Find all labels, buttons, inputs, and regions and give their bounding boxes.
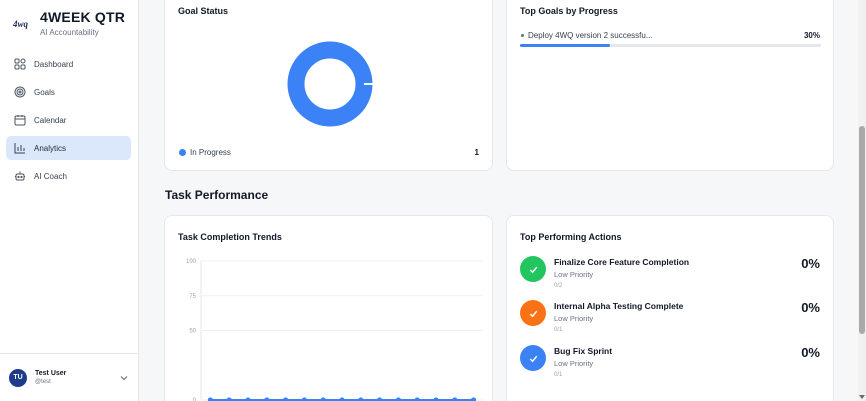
action-status-icon — [520, 345, 546, 371]
sidebar-nav: Dashboard Goals Calendar Analytics AI Co… — [6, 52, 131, 192]
brand-subtitle: AI Accountability — [40, 28, 99, 37]
goal-percent: 30% — [803, 31, 820, 40]
goal-progress-bar — [520, 44, 821, 47]
sidebar-item-label: Analytics — [34, 143, 67, 153]
action-percent: 0% — [801, 345, 820, 360]
dashboard-icon — [14, 58, 26, 70]
goal-progress-fill — [520, 44, 611, 47]
check-icon — [529, 266, 537, 273]
sidebar-item-ai-coach[interactable]: AI Coach — [6, 164, 131, 188]
chart-data-point[interactable] — [433, 397, 439, 401]
top-actions-card: Top Performing Actions Finalize Core Fea… — [506, 215, 834, 401]
chart-data-point[interactable] — [301, 397, 307, 401]
action-count: 0/2 — [554, 283, 563, 289]
action-title: Bug Fix Sprint — [554, 346, 613, 356]
action-priority: Low Priority — [554, 314, 594, 323]
target-icon — [14, 86, 26, 98]
action-percent: 0% — [801, 256, 820, 271]
scrollbar-thumb[interactable] — [859, 126, 865, 334]
action-item[interactable]: Finalize Core Feature Completion Low Pri… — [520, 256, 820, 296]
action-title: Internal Alpha Testing Complete — [554, 301, 684, 311]
action-title: Finalize Core Feature Completion — [554, 257, 690, 267]
chart-data-point[interactable] — [339, 397, 345, 401]
chart-data-point[interactable] — [320, 397, 326, 401]
sidebar-item-label: Goals — [34, 87, 55, 97]
sidebar: 4wq 4WEEK QTR AI Accountability Dashboar… — [0, 0, 139, 401]
chart-data-point[interactable] — [414, 397, 420, 401]
bot-icon — [15, 171, 25, 181]
svg-text:4wq: 4wq — [12, 19, 29, 29]
brand-logo-icon: 4wq — [12, 19, 29, 29]
donut-segment-in-progress[interactable] — [287, 41, 373, 127]
chevron-down-icon[interactable] — [119, 373, 129, 383]
chart-data-point[interactable] — [226, 397, 232, 401]
chart-data-point[interactable] — [471, 397, 477, 401]
brand-title: 4WEEK QTR — [40, 9, 126, 25]
brand[interactable]: 4wq 4WEEK QTR AI Accountability — [12, 9, 125, 37]
sidebar-item-label: Calendar — [34, 115, 67, 125]
section-title-task-performance: Task Performance — [165, 188, 269, 202]
sidebar-item-label: Dashboard — [34, 59, 74, 69]
user-menu[interactable]: TU Test User @test — [0, 353, 139, 401]
chart-data-point[interactable] — [245, 397, 251, 401]
action-item[interactable]: Bug Fix Sprint Low Priority 0/1 0% — [520, 345, 820, 385]
chart-data-point[interactable] — [207, 397, 213, 401]
sidebar-item-goals[interactable]: Goals — [6, 80, 131, 104]
chart-y-tick-label: 100 — [186, 259, 197, 265]
action-status-icon — [520, 256, 546, 282]
goal-status-donut — [287, 41, 375, 127]
user-name: Test User — [35, 370, 67, 377]
goal-bullet — [521, 34, 524, 37]
avatar: TU — [9, 368, 27, 387]
card-title: Top Performing Actions — [520, 232, 622, 242]
action-count: 0/1 — [554, 372, 563, 378]
sidebar-item-calendar[interactable]: Calendar — [6, 108, 131, 132]
chart-data-point[interactable] — [395, 397, 401, 401]
chart-title: Task Completion Trends — [178, 232, 282, 242]
chart-data-point[interactable] — [452, 397, 458, 401]
chart-data-point[interactable] — [283, 397, 289, 401]
chart-data-point[interactable] — [377, 397, 383, 401]
sidebar-item-label: AI Coach — [34, 171, 67, 181]
action-item[interactable]: Internal Alpha Testing Complete Low Prio… — [520, 300, 820, 340]
chart-data-point[interactable] — [358, 397, 364, 401]
legend-dot — [179, 149, 186, 156]
task-trends-card: Task Completion Trends 100 75 50 0 — [164, 215, 493, 401]
goal-name[interactable]: Deploy 4WQ version 2 successfu... — [528, 31, 653, 40]
goal-status-card: Goal Status In Progress 1 — [164, 0, 493, 171]
analytics-icon — [14, 143, 25, 154]
sidebar-item-analytics[interactable]: Analytics — [6, 136, 131, 160]
user-handle: @test — [35, 379, 51, 385]
check-icon — [529, 310, 537, 317]
chart-data-point[interactable] — [264, 397, 270, 401]
check-icon — [529, 355, 537, 362]
card-title: Top Goals by Progress — [520, 6, 618, 16]
action-status-icon — [520, 300, 546, 326]
chart-y-tick-label: 50 — [189, 329, 196, 335]
action-count: 0/1 — [554, 327, 563, 333]
page-scrollbar[interactable] — [858, 0, 866, 401]
top-goals-card: Top Goals by Progress Deploy 4WQ version… — [506, 0, 834, 171]
action-priority: Low Priority — [554, 270, 594, 279]
action-percent: 0% — [801, 300, 820, 315]
calendar-icon — [14, 115, 26, 126]
action-priority: Low Priority — [554, 359, 594, 368]
scroll-down-arrow-icon[interactable] — [859, 395, 865, 399]
sidebar-item-dashboard[interactable]: Dashboard — [6, 52, 131, 76]
chart-y-tick-label: 75 — [189, 294, 196, 300]
task-trends-chart: 10075500 — [186, 259, 483, 401]
legend-label-in-progress: In Progress — [190, 148, 231, 157]
card-title: Goal Status — [178, 6, 229, 16]
legend-count-in-progress: 1 — [474, 148, 479, 157]
